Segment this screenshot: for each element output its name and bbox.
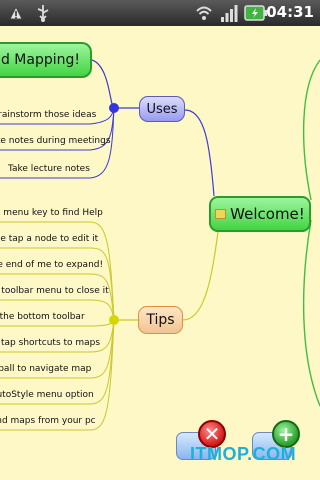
- central-node-welcome[interactable]: Welcome!: [209, 196, 311, 232]
- uses-leaf-3[interactable]: Take lecture notes: [8, 164, 90, 174]
- tips-leaf-3[interactable]: Tap the end of me to expand!: [0, 260, 103, 270]
- tips-node-label: Tips: [146, 312, 175, 328]
- battery-icon: [244, 5, 267, 21]
- mind-map-links: [0, 59, 320, 431]
- root-node-mind-mapping[interactable]: Mind Mapping!: [0, 42, 92, 78]
- status-bar: 04:31: [0, 0, 320, 26]
- uses-leaf-2[interactable]: Take notes during meetings: [0, 136, 111, 146]
- tips-leaf-6[interactable]: Pinch or tap shortcuts to maps: [0, 338, 100, 348]
- watermark: ITMOP.COM: [190, 444, 297, 464]
- clock: 04:31: [266, 3, 314, 21]
- node-uses[interactable]: Uses: [139, 96, 185, 122]
- tips-leaf-5[interactable]: Long press the bottom toolbar: [0, 312, 85, 322]
- tips-leaf-7[interactable]: Use the trackball to navigate map: [0, 364, 91, 374]
- usb-debugging-icon: [9, 5, 23, 20]
- signal-icon: [221, 5, 238, 22]
- usb-icon: [37, 5, 49, 22]
- node-tips[interactable]: Tips: [138, 306, 183, 334]
- note-icon: [215, 209, 227, 219]
- uses-node-label: Uses: [146, 101, 178, 117]
- uses-leaf-1[interactable]: Brainstorm those ideas: [0, 110, 96, 120]
- root-node-label: Mind Mapping!: [0, 52, 80, 68]
- wifi-icon: [196, 6, 212, 20]
- tips-leaf-9[interactable]: Import and maps from your pc: [0, 416, 96, 426]
- central-node-label: Welcome!: [230, 205, 305, 223]
- tips-leaf-4[interactable]: Use the toolbar menu to close it: [0, 286, 109, 296]
- tips-leaf-1[interactable]: Use the menu key to find Help: [0, 208, 103, 218]
- tips-leaf-8[interactable]: Use the AutoStyle menu option: [0, 390, 94, 400]
- mind-map-canvas[interactable]: Brainstorm those ideas Take notes during…: [0, 26, 320, 480]
- tips-leaf-2[interactable]: Double tap a node to edit it: [0, 234, 98, 244]
